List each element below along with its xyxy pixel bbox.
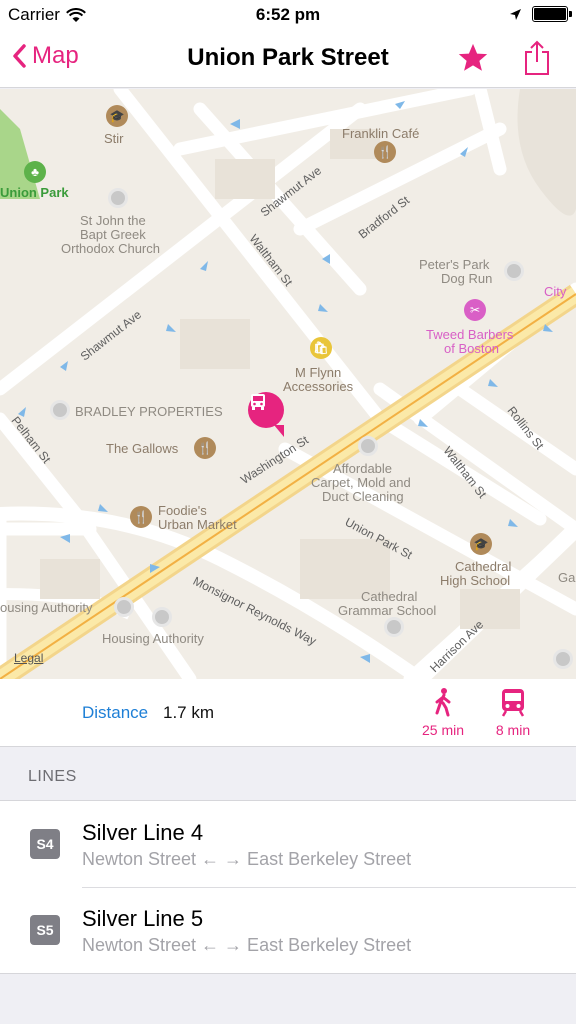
place-dot-icon [384, 617, 404, 637]
place-dot-icon [50, 400, 70, 420]
lines-section-header: LINES [28, 768, 77, 785]
place-label: ousing Authority [0, 600, 93, 615]
place-label: BRADLEY PROPERTIES [75, 404, 223, 419]
transit-time-button[interactable]: 8 min [483, 687, 543, 738]
place-label: of Boston [444, 341, 499, 356]
favorite-button[interactable] [456, 41, 490, 80]
graduation-cap-icon: 🎓 [470, 533, 492, 555]
place-label: Foodie's [158, 503, 207, 518]
place-dot-icon [553, 649, 573, 669]
place-label: Tweed Barbers [426, 327, 514, 342]
place-dot-icon [504, 261, 524, 281]
train-icon [501, 689, 525, 717]
line-badge: S5 [30, 915, 60, 945]
park-tree-icon: ♣ [24, 161, 46, 183]
place-label: Duct Cleaning [322, 489, 404, 504]
bus-icon [251, 394, 265, 410]
distance-label: Distance [82, 703, 149, 722]
back-label: Map [32, 42, 79, 69]
legal-link[interactable]: Legal [14, 651, 43, 665]
distance-row: Distance 1.7 km 25 min 8 min [0, 679, 576, 747]
nav-bar: Map Union Park Street [0, 30, 576, 88]
place-label: Grammar School [338, 603, 437, 618]
line-route: Newton Street ← → East Berkeley Street [82, 849, 412, 869]
place-label: City [544, 284, 567, 299]
location-arrow-icon [510, 8, 521, 20]
place-label: Stir [104, 131, 124, 146]
walk-icon [435, 688, 451, 717]
graduation-cap-icon: 🎓 [106, 105, 128, 127]
star-icon [458, 43, 488, 71]
line-name: Silver Line 4 [82, 820, 204, 845]
place-label: Housing Authority [102, 631, 204, 646]
place-label: Orthodox Church [61, 241, 160, 256]
status-right [509, 6, 572, 22]
place-dot-icon [108, 188, 128, 208]
share-icon [525, 40, 549, 75]
place-dot-icon [358, 436, 378, 456]
place-label: M Flynn [295, 365, 342, 380]
place-label: St John the [80, 213, 146, 228]
place-dot-icon [152, 607, 172, 627]
place-label: Dog Run [441, 271, 493, 286]
place-label: Accessories [283, 379, 354, 394]
status-time: 6:52 pm [255, 5, 321, 24]
map-view[interactable]: 🎓 🍴 ♣ ✂ 🛍 🍴 🍴 🎓 Stir Franklin Café Union… [0, 89, 576, 679]
place-label: Affordable [333, 461, 393, 476]
line-row-s4[interactable]: S4 Silver Line 4 Newton Street ← → East … [0, 801, 576, 887]
back-button[interactable]: Map [12, 42, 79, 70]
place-label: Franklin Café [342, 126, 420, 141]
line-route: Newton Street ← → East Berkeley Street [82, 935, 412, 955]
restaurant-icon: 🍴 [374, 141, 396, 163]
battery-icon [532, 6, 572, 22]
place-dot-icon [114, 597, 134, 617]
bus-stop-pin[interactable] [248, 392, 284, 437]
share-button[interactable] [524, 40, 550, 81]
place-label: Urban Market [158, 517, 237, 532]
place-label: Union Park [0, 185, 69, 200]
status-bar: Carrier 6:52 pm [0, 0, 576, 30]
barber-icon: ✂ [464, 299, 486, 321]
walk-time: 25 min [421, 722, 465, 738]
place-label: Ga [558, 570, 576, 585]
distance-value: 1.7 km [163, 703, 215, 722]
place-label: The Gallows [106, 441, 179, 456]
line-badge: S4 [30, 829, 60, 859]
lines-list: S4 Silver Line 4 Newton Street ← → East … [0, 800, 576, 974]
place-label: Peter's Park [419, 257, 490, 272]
place-label: Cathedral [455, 559, 512, 574]
place-label: Cathedral [361, 589, 418, 604]
restaurant-icon: 🍴 [130, 506, 152, 528]
shopping-bag-icon: 🛍 [310, 337, 332, 359]
restaurant-icon: 🍴 [194, 437, 216, 459]
walk-time-button[interactable]: 25 min [413, 687, 473, 738]
transit-time: 8 min [495, 722, 531, 738]
place-label: Bapt Greek [80, 227, 146, 242]
place-label: Carpet, Mold and [311, 475, 411, 490]
place-label: High School [440, 573, 511, 588]
line-row-s5[interactable]: S5 Silver Line 5 Newton Street ← → East … [0, 887, 576, 973]
line-name: Silver Line 5 [82, 906, 204, 931]
chevron-left-icon [13, 44, 26, 68]
